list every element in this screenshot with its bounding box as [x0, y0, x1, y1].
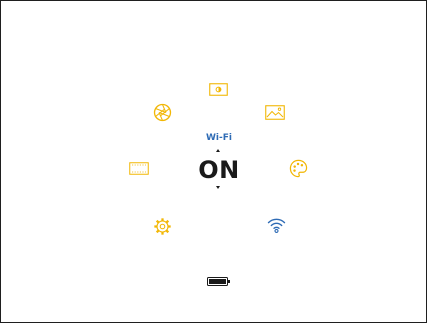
image-size-icon[interactable] [129, 161, 149, 175]
battery-icon [207, 276, 231, 286]
palette-icon[interactable] [288, 158, 308, 178]
value-down-arrow[interactable] [216, 186, 220, 189]
gallery-icon[interactable] [265, 104, 285, 120]
wifi-icon[interactable] [266, 216, 286, 233]
gear-icon[interactable] [152, 216, 172, 236]
setting-name: Wi-Fi [206, 133, 232, 143]
value-up-arrow[interactable] [216, 149, 220, 152]
display-icon[interactable] [209, 82, 228, 96]
aperture-icon[interactable] [152, 102, 172, 122]
device-screen: Wi-Fi ON [0, 0, 427, 323]
setting-value: ON [198, 156, 240, 184]
